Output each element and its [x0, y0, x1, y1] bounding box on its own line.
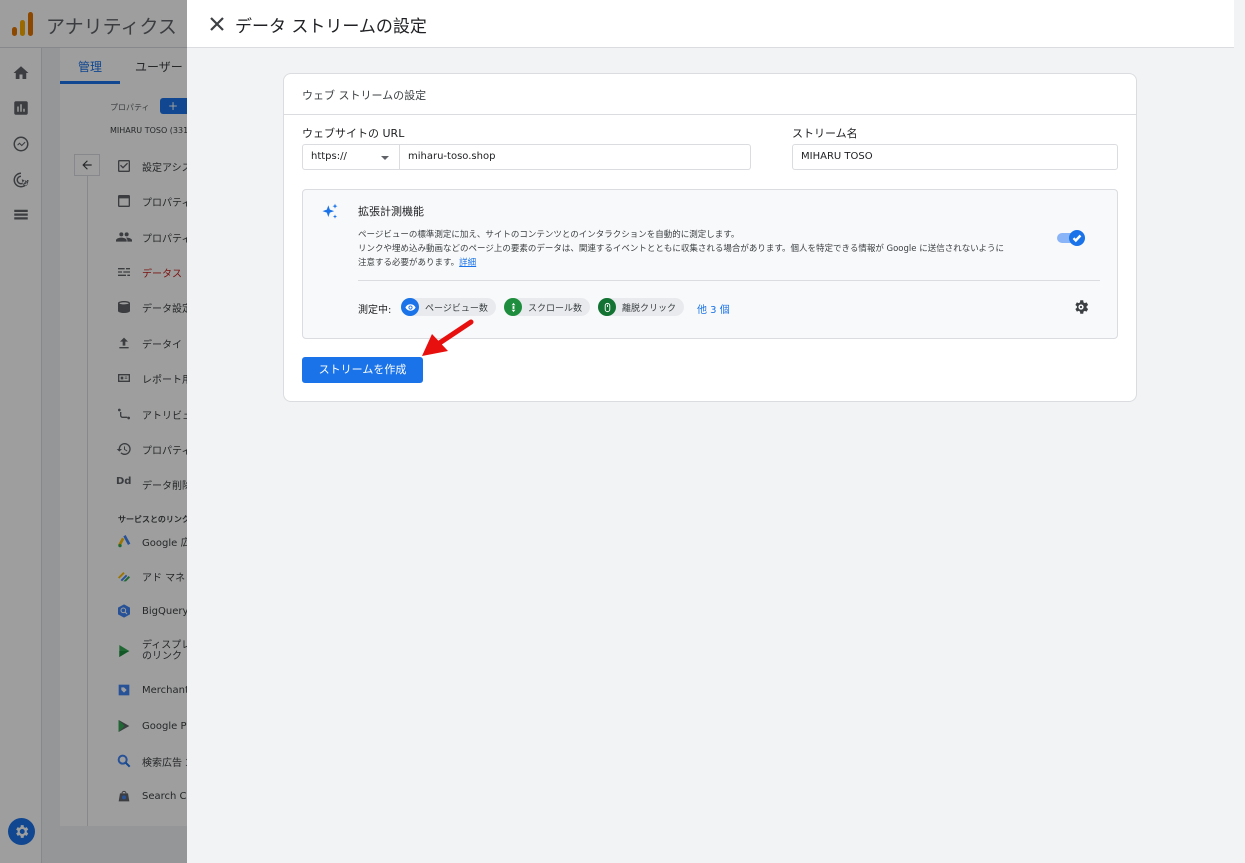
website-url-input[interactable]: miharu-toso.shop	[400, 144, 751, 170]
scroll-icon	[504, 298, 522, 316]
description-line-3-text: 注意する必要があります。	[358, 258, 460, 268]
web-stream-setup-card: ウェブ ストリームの設定 ウェブサイトの URL https:// miharu…	[283, 73, 1137, 402]
description-line-2: リンクや埋め込み動画などのページ上の要素のデータは、関連するイベントとともに収集…	[358, 244, 1005, 254]
dropdown-caret-icon	[381, 156, 389, 160]
enhanced-measurement-divider	[358, 280, 1100, 281]
enhanced-measurement-toggle[interactable]	[1057, 230, 1085, 246]
toggle-knob	[1069, 230, 1085, 246]
description-line-1: ページビューの標準測定に加え、サイトのコンテンツとのインタラクションを自動的に測…	[358, 230, 740, 240]
sheet-header: データ ストリームの設定	[187, 0, 1234, 48]
scrollbar-track[interactable]	[1234, 0, 1245, 863]
close-button[interactable]	[207, 14, 227, 34]
sheet-title: データ ストリームの設定	[235, 17, 427, 37]
enhanced-measurement-description: ページビューの標準測定に加え、サイトのコンテンツとのインタラクションを自動的に測…	[358, 228, 1058, 270]
protocol-select[interactable]: https://	[302, 144, 400, 170]
eye-icon	[401, 298, 419, 316]
chip-scrolls: スクロール数	[504, 298, 591, 316]
description-line-3: 注意する必要があります。詳細	[358, 256, 1058, 270]
annotation-arrow-icon	[422, 319, 474, 356]
website-url-label: ウェブサイトの URL	[302, 127, 405, 140]
stream-name-input[interactable]: MIHARU TOSO	[792, 144, 1118, 170]
enhanced-measurement-title: 拡張計測機能	[358, 205, 424, 218]
stream-name-label: ストリーム名	[792, 127, 858, 140]
enhanced-measurement-panel: 拡張計測機能 ページビューの標準測定に加え、サイトのコンテンツとのインタラクショ…	[302, 189, 1118, 339]
chip-label: 離脱クリック	[622, 303, 677, 314]
protocol-value: https://	[311, 151, 347, 162]
close-icon	[210, 17, 224, 31]
measuring-label: 測定中:	[358, 305, 392, 316]
gear-icon[interactable]	[1072, 298, 1090, 316]
chip-outbound-clicks: 離脱クリック	[598, 298, 685, 316]
chip-label: ページビュー数	[425, 303, 488, 314]
learn-more-link[interactable]: 詳細	[459, 258, 476, 268]
create-stream-button[interactable]: ストリームを作成	[302, 357, 423, 383]
more-events-link[interactable]: 他 3 個	[697, 301, 730, 316]
chip-page-views: ページビュー数	[401, 298, 496, 316]
sparkle-icon	[322, 203, 338, 219]
mouse-icon	[598, 298, 616, 316]
chip-label: スクロール数	[528, 303, 583, 314]
check-icon	[1072, 234, 1082, 243]
card-title: ウェブ ストリームの設定	[302, 89, 427, 102]
card-divider	[284, 114, 1136, 115]
